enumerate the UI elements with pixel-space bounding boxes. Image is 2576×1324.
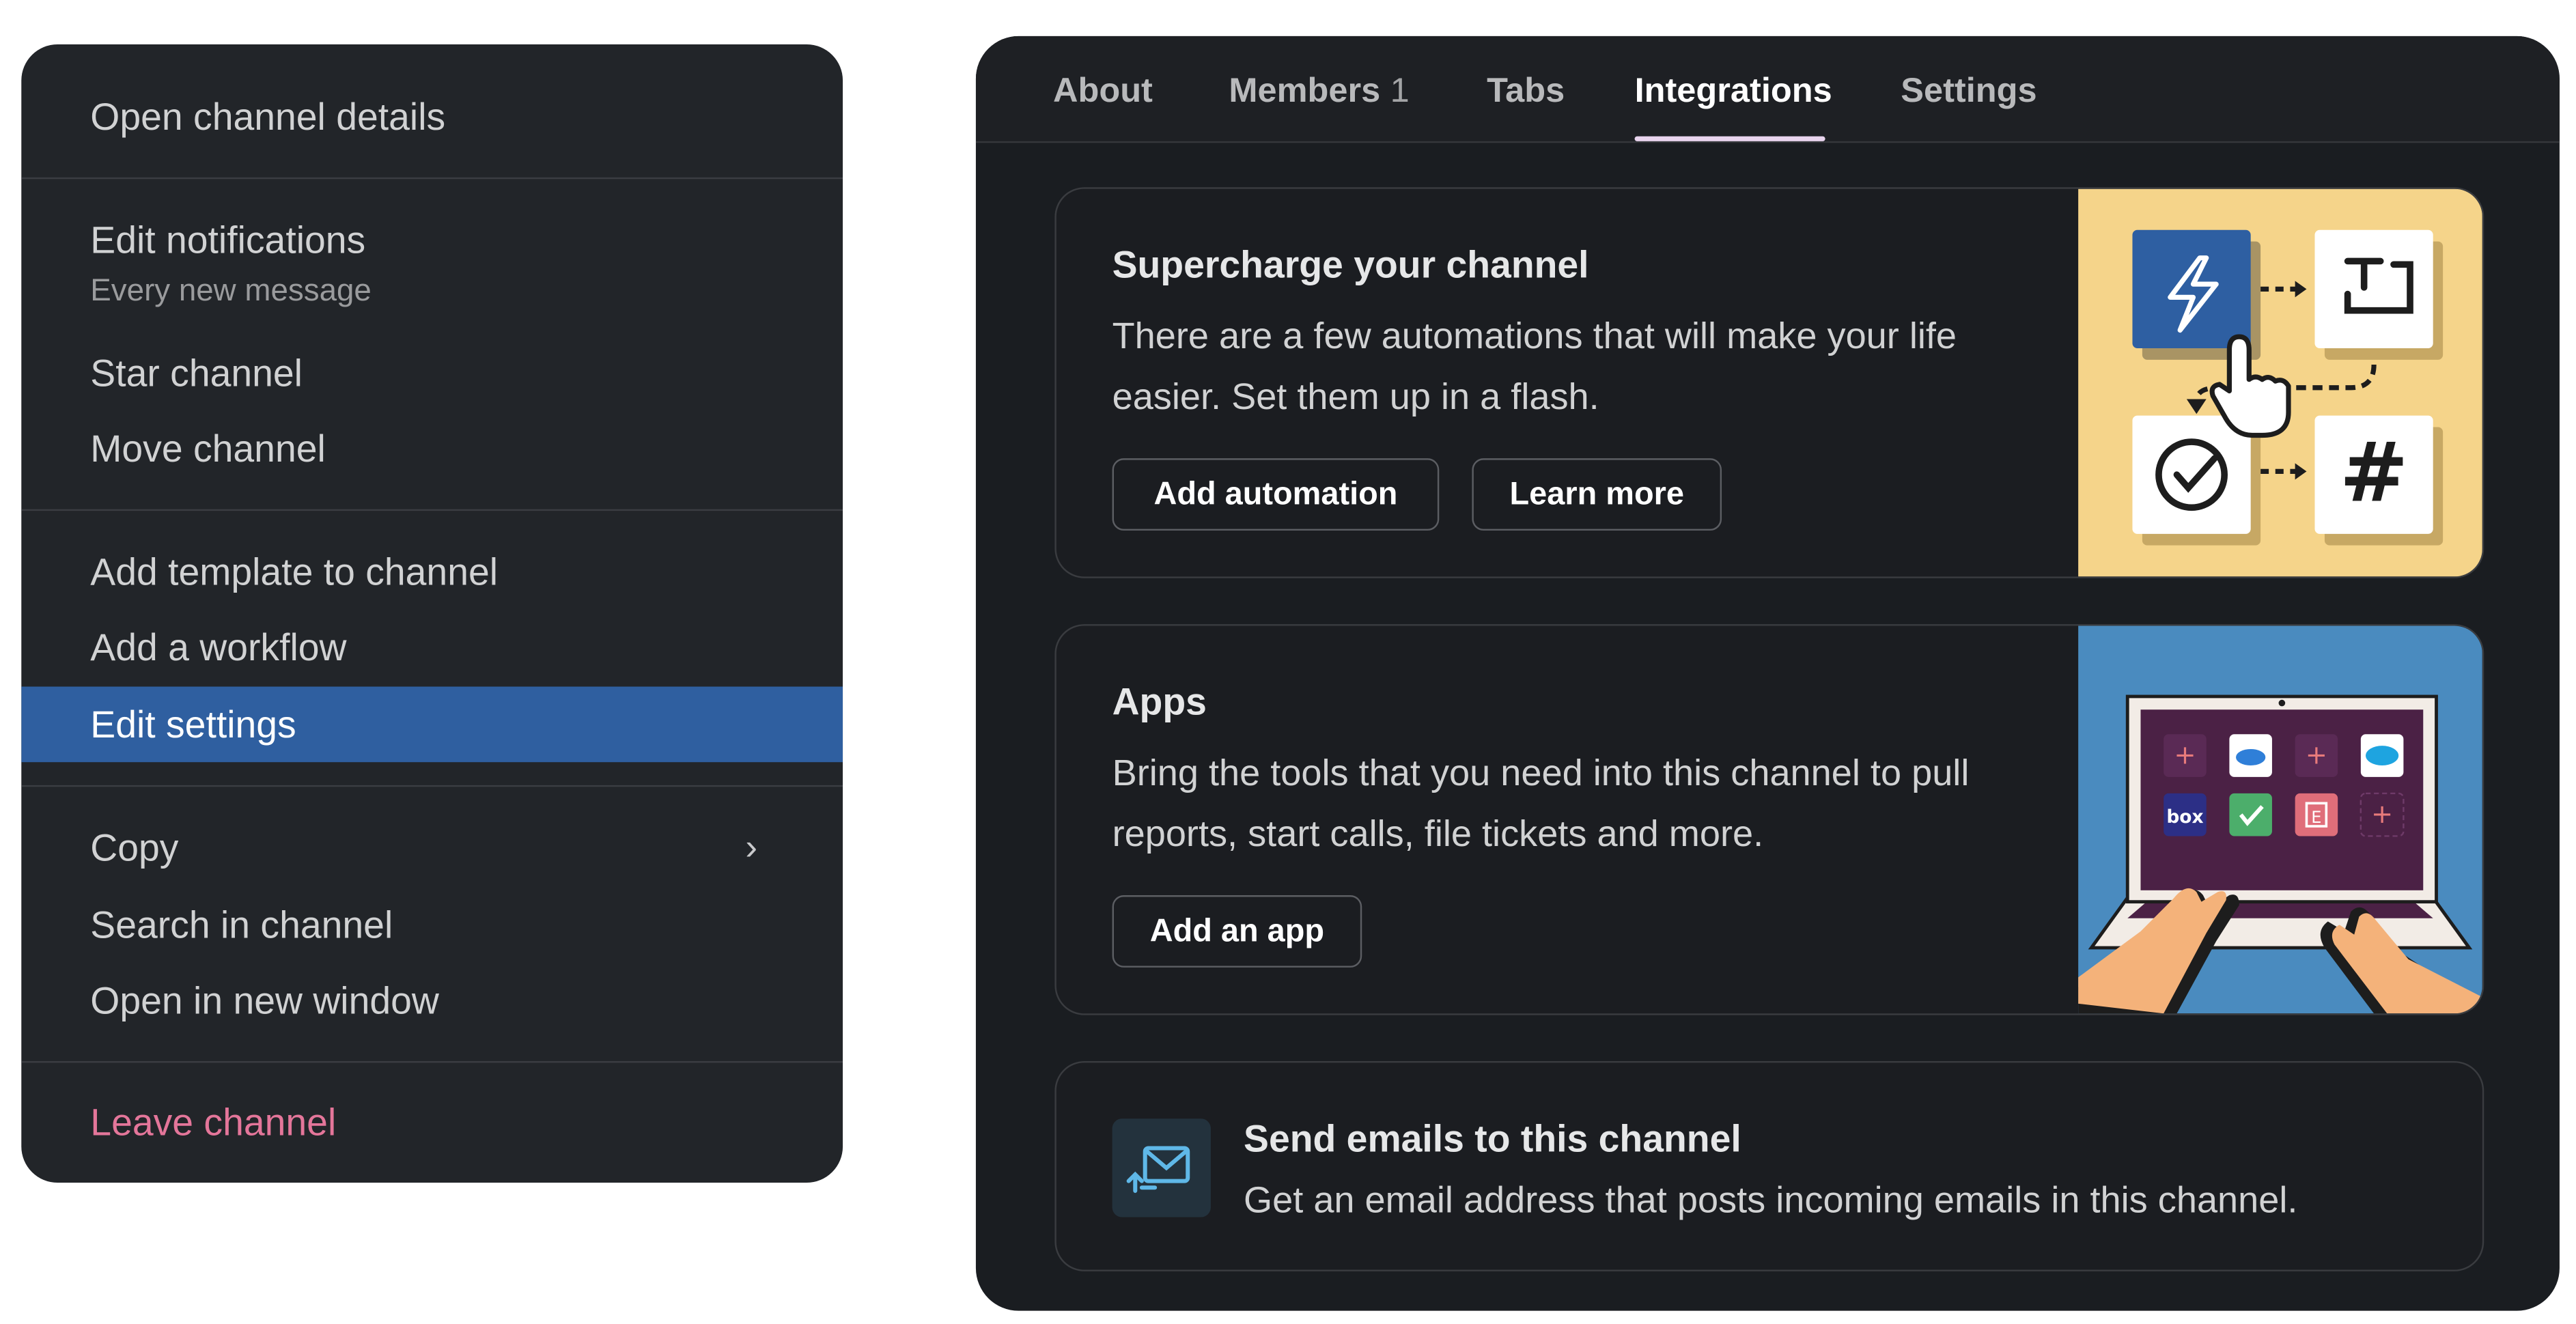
menu-item-edit-settings[interactable]: Edit settings	[21, 686, 843, 763]
menu-item-move-channel[interactable]: Move channel	[21, 412, 843, 485]
card-title: Supercharge your channel	[1112, 243, 1589, 286]
tab-label: Members	[1229, 72, 1381, 111]
tab-label: Settings	[1901, 72, 2037, 111]
menu-item-star-channel[interactable]: Star channel	[21, 337, 843, 409]
automation-card: Supercharge your channel There are a few…	[1054, 187, 2484, 578]
email-card[interactable]: Send emails to this channel Get an email…	[1054, 1061, 2484, 1271]
tab-tabs[interactable]: Tabs	[1487, 72, 1565, 112]
menu-item-search-in-channel[interactable]: Search in channel	[21, 888, 843, 961]
menu-item-label: Move channel	[90, 427, 326, 470]
svg-text:#: #	[2340, 425, 2409, 521]
tab-about[interactable]: About	[1053, 72, 1153, 112]
tab-label: Integrations	[1634, 72, 1832, 111]
card-description: There are a few automations that will ma…	[1112, 315, 1957, 418]
hash-icon: #	[2314, 415, 2444, 546]
automation-illustration: #	[2078, 188, 2482, 577]
svg-text:box: box	[2166, 806, 2203, 828]
menu-item-label: Copy	[90, 826, 179, 869]
svg-text:E: E	[2311, 808, 2321, 827]
tab-members[interactable]: Members 1	[1229, 72, 1409, 112]
menu-item-label: Add a workflow	[90, 625, 347, 669]
channel-details-panel: About Members 1 Tabs Integrations Setting…	[975, 36, 2560, 1311]
menu-item-add-workflow[interactable]: Add a workflow	[21, 611, 843, 684]
menu-item-copy[interactable]: Copy ›	[21, 811, 843, 884]
card-title: Send emails to this channel	[1244, 1116, 1741, 1160]
card-description: Get an email address that posts incoming…	[1244, 1179, 2298, 1221]
menu-item-label: Open channel details	[90, 95, 446, 139]
card-description: Bring the tools that you need into this …	[1112, 752, 1970, 854]
menu-item-leave-channel[interactable]: Leave channel	[21, 1086, 843, 1158]
svg-text:+: +	[2306, 740, 2327, 771]
members-count: 1	[1390, 72, 1410, 111]
tab-label: Tabs	[1487, 72, 1565, 111]
menu-item-open-in-new-window[interactable]: Open in new window	[21, 964, 843, 1037]
chevron-right-icon: ›	[745, 826, 757, 868]
menu-divider	[21, 177, 843, 180]
menu-item-label: Star channel	[90, 351, 303, 395]
menu-item-open-channel-details[interactable]: Open channel details	[21, 81, 843, 153]
menu-item-label: Edit notifications	[90, 218, 366, 262]
apps-illustration: + + box E +	[2078, 625, 2482, 1014]
menu-item-label: Leave channel	[90, 1100, 337, 1144]
menu-item-label: Search in channel	[90, 903, 393, 946]
notification-setting-subtext: Every new message	[90, 274, 372, 309]
text-icon	[2314, 229, 2444, 360]
menu-item-add-template[interactable]: Add template to channel	[21, 535, 843, 608]
menu-item-label: Edit settings	[90, 703, 296, 746]
active-tab-indicator	[1634, 136, 1825, 141]
menu-item-label: Add template to channel	[90, 550, 499, 593]
tab-label: About	[1052, 72, 1153, 111]
add-an-app-button[interactable]: Add an app	[1112, 895, 1362, 968]
channel-context-menu: Open channel details Edit notifications …	[21, 44, 843, 1183]
email-forward-icon	[1112, 1118, 1211, 1217]
menu-divider	[21, 1061, 843, 1063]
card-title: Apps	[1112, 679, 1207, 723]
tab-bar: About Members 1 Tabs Integrations Setting…	[975, 36, 2560, 143]
menu-item-edit-notifications[interactable]: Edit notifications	[21, 203, 843, 276]
apps-card: Apps Bring the tools that you need into …	[1054, 624, 2484, 1015]
menu-divider	[21, 785, 843, 787]
tab-settings[interactable]: Settings	[1901, 72, 2036, 112]
tab-integrations[interactable]: Integrations	[1635, 72, 1832, 112]
svg-text:+: +	[2174, 740, 2196, 771]
menu-item-label: Open in new window	[90, 978, 439, 1022]
svg-text:+: +	[2371, 799, 2393, 830]
add-automation-button[interactable]: Add automation	[1112, 458, 1440, 531]
menu-divider	[21, 509, 843, 511]
learn-more-button[interactable]: Learn more	[1472, 458, 1722, 531]
